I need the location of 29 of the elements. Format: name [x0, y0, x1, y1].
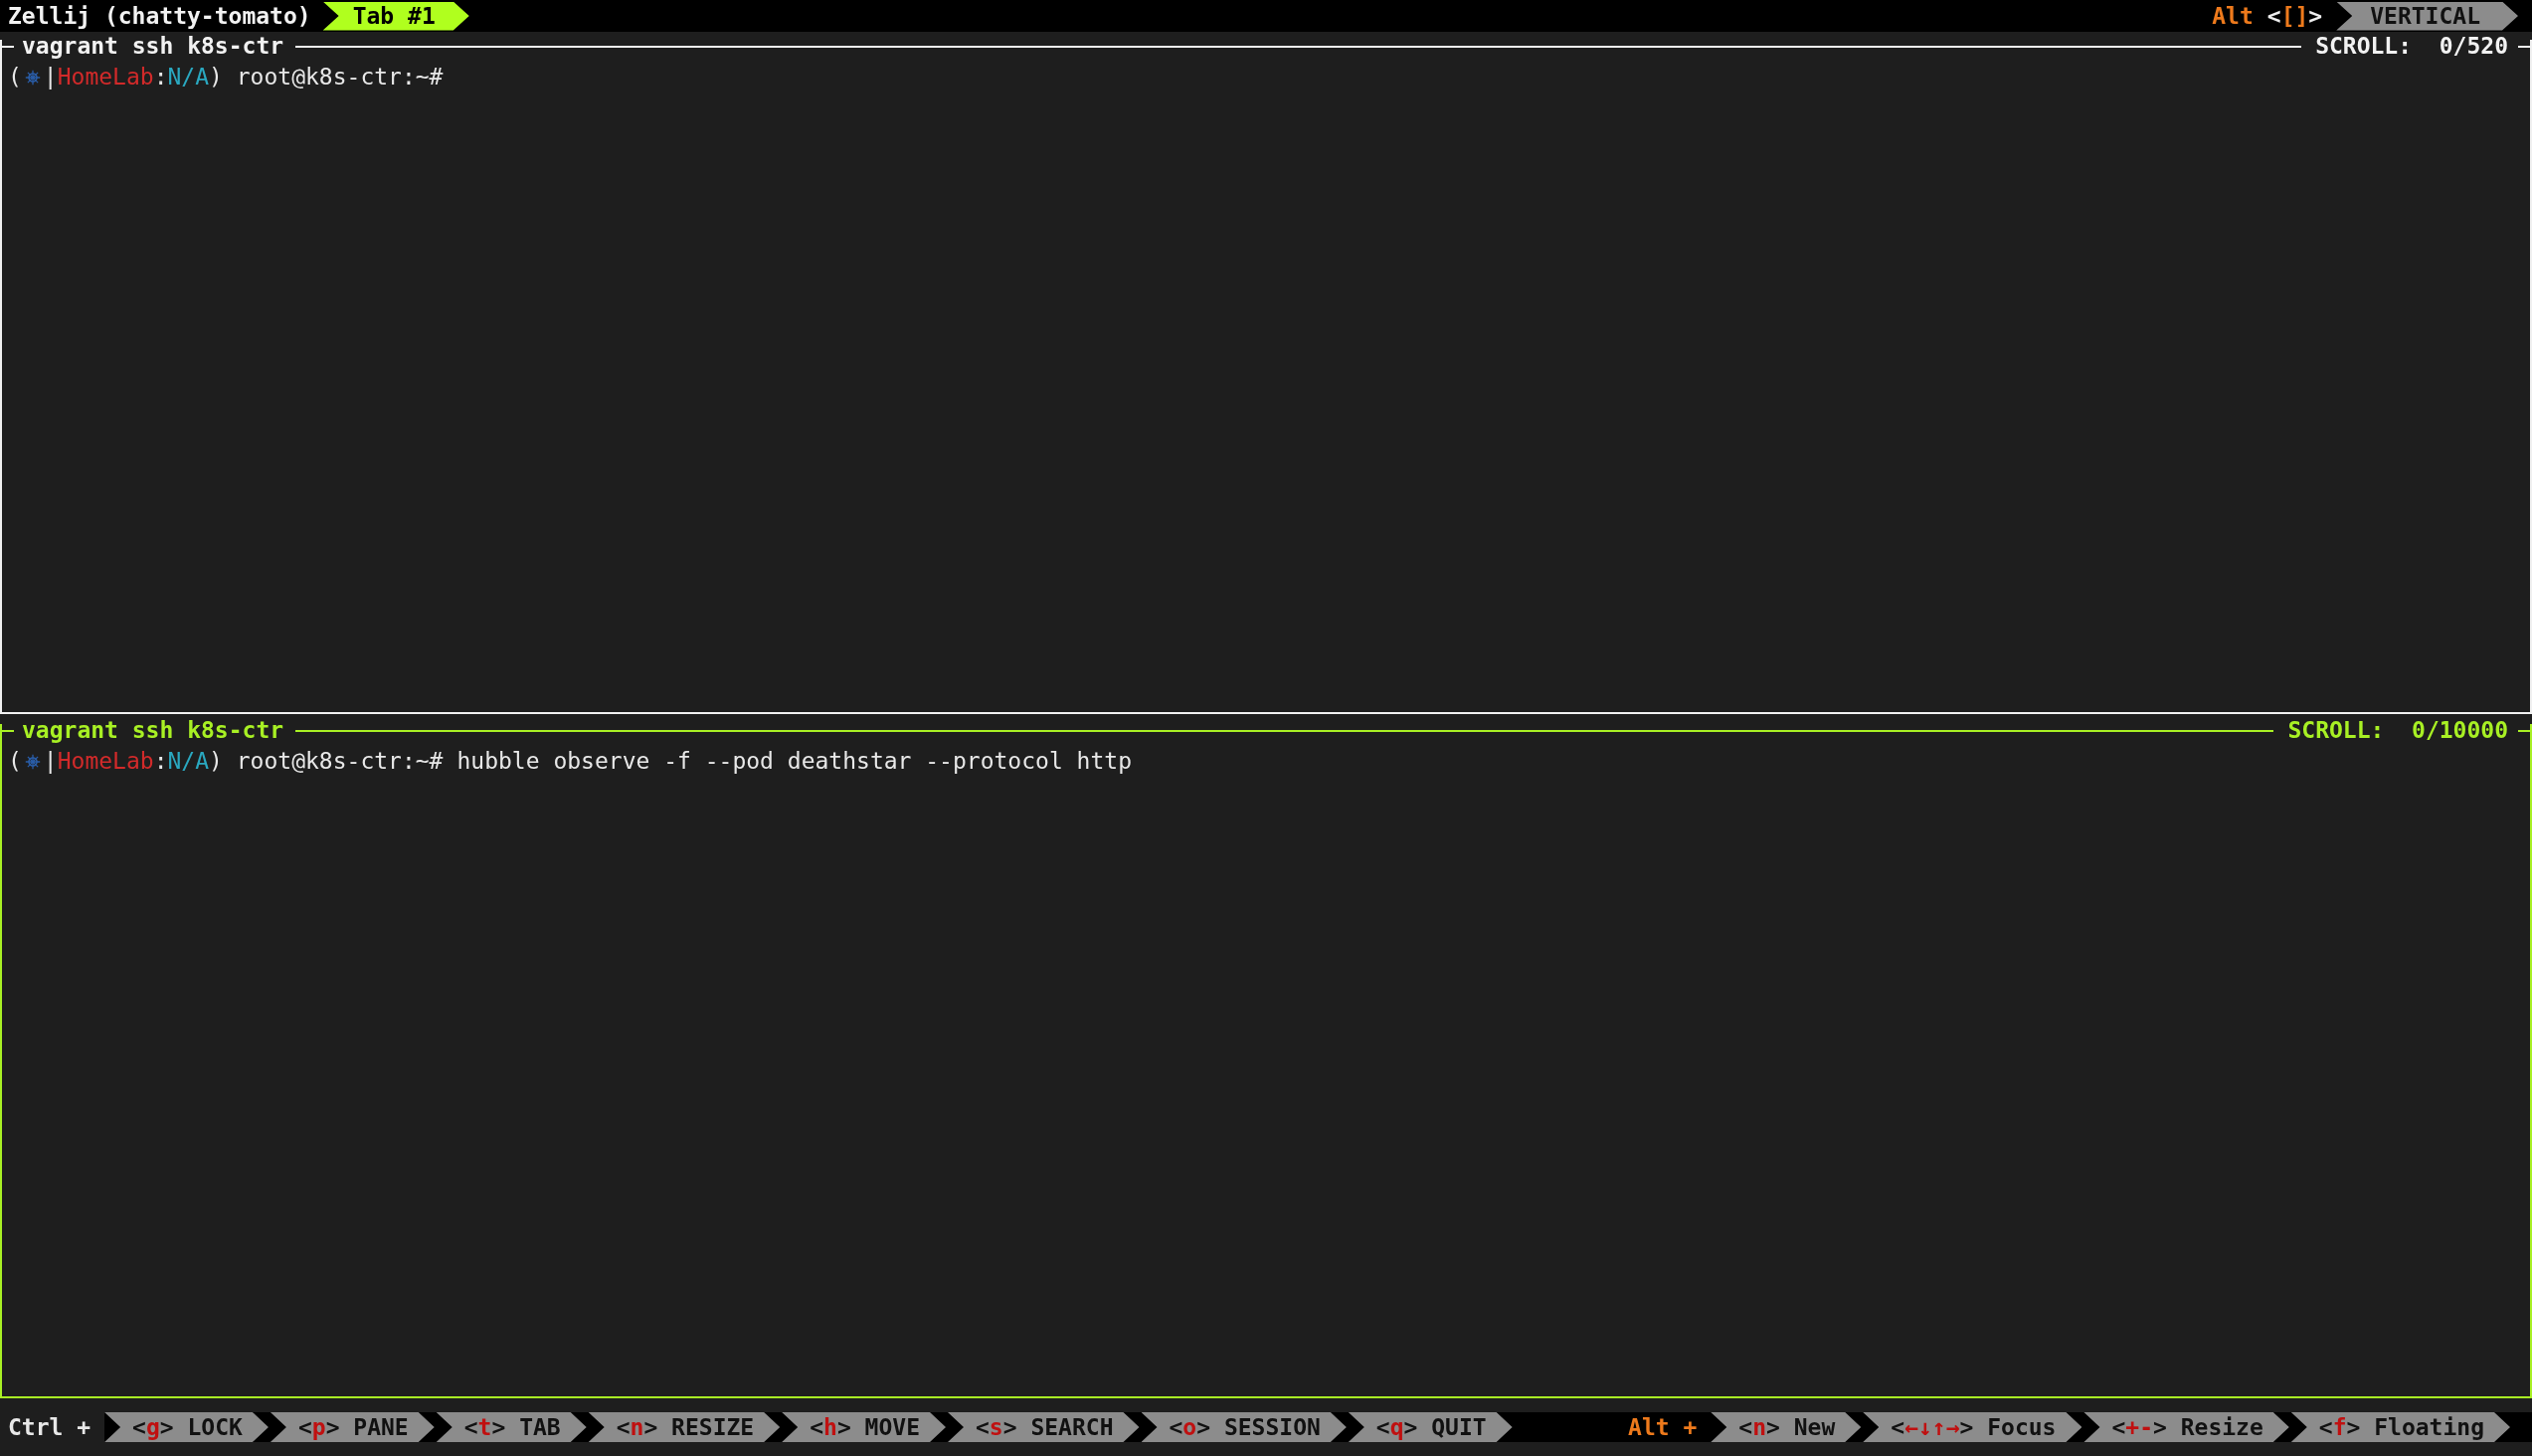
- keybinding-hint[interactable]: <p> PANE: [270, 1412, 435, 1442]
- keybinding-hint[interactable]: <+-> Resize: [2083, 1412, 2289, 1442]
- session-title: Zellij (chatty-tomato): [7, 1, 311, 31]
- layout-button[interactable]: VERTICAL: [2336, 1, 2518, 31]
- keybinding-hint[interactable]: <h> MOVE: [782, 1412, 946, 1442]
- keybinding-hint[interactable]: <f> Floating: [2290, 1412, 2510, 1442]
- helm-wheel-icon: [24, 69, 41, 86]
- tab[interactable]: Tab #1: [322, 1, 469, 31]
- scroll-indicator: SCROLL: 0/10000: [2286, 716, 2509, 745]
- prompt-text: |HomeLab:N/A) root@k8s-ctr:~#: [43, 747, 444, 776]
- keybinding-hint[interactable]: <←↓↑→> Focus: [1863, 1412, 2082, 1442]
- pane-title: vagrant ssh k8s-ctr: [21, 32, 285, 61]
- keybinding-hint[interactable]: <q> QUIT: [1348, 1412, 1513, 1442]
- keybinding-hint[interactable]: <g> LOCK: [104, 1412, 269, 1442]
- prompt-bracket: (: [8, 747, 22, 776]
- scroll-indicator: SCROLL: 0/520: [2314, 32, 2509, 61]
- modifier-label: Ctrl +: [0, 1412, 105, 1442]
- keybinding-hint[interactable]: <n> RESIZE: [588, 1412, 781, 1442]
- keybinding-hint[interactable]: <s> SEARCH: [948, 1412, 1140, 1442]
- keybinding-hint[interactable]: <o> SESSION: [1141, 1412, 1347, 1442]
- prompt-bracket: (: [8, 63, 22, 91]
- keybinding-hint[interactable]: <t> TAB: [436, 1412, 587, 1442]
- modifier-label: Alt: [2212, 1, 2254, 31]
- keybinding-hint[interactable]: <n> New: [1711, 1412, 1862, 1442]
- swap-layout-keys: <[]>: [2266, 1, 2323, 31]
- prompt-text: |HomeLab:N/A) root@k8s-ctr:~#: [43, 63, 444, 91]
- command-text: hubble observe -f --pod deathstar --protocol http: [456, 747, 1132, 776]
- helm-wheel-icon: [24, 753, 41, 770]
- pane-title: vagrant ssh k8s-ctr: [21, 716, 285, 745]
